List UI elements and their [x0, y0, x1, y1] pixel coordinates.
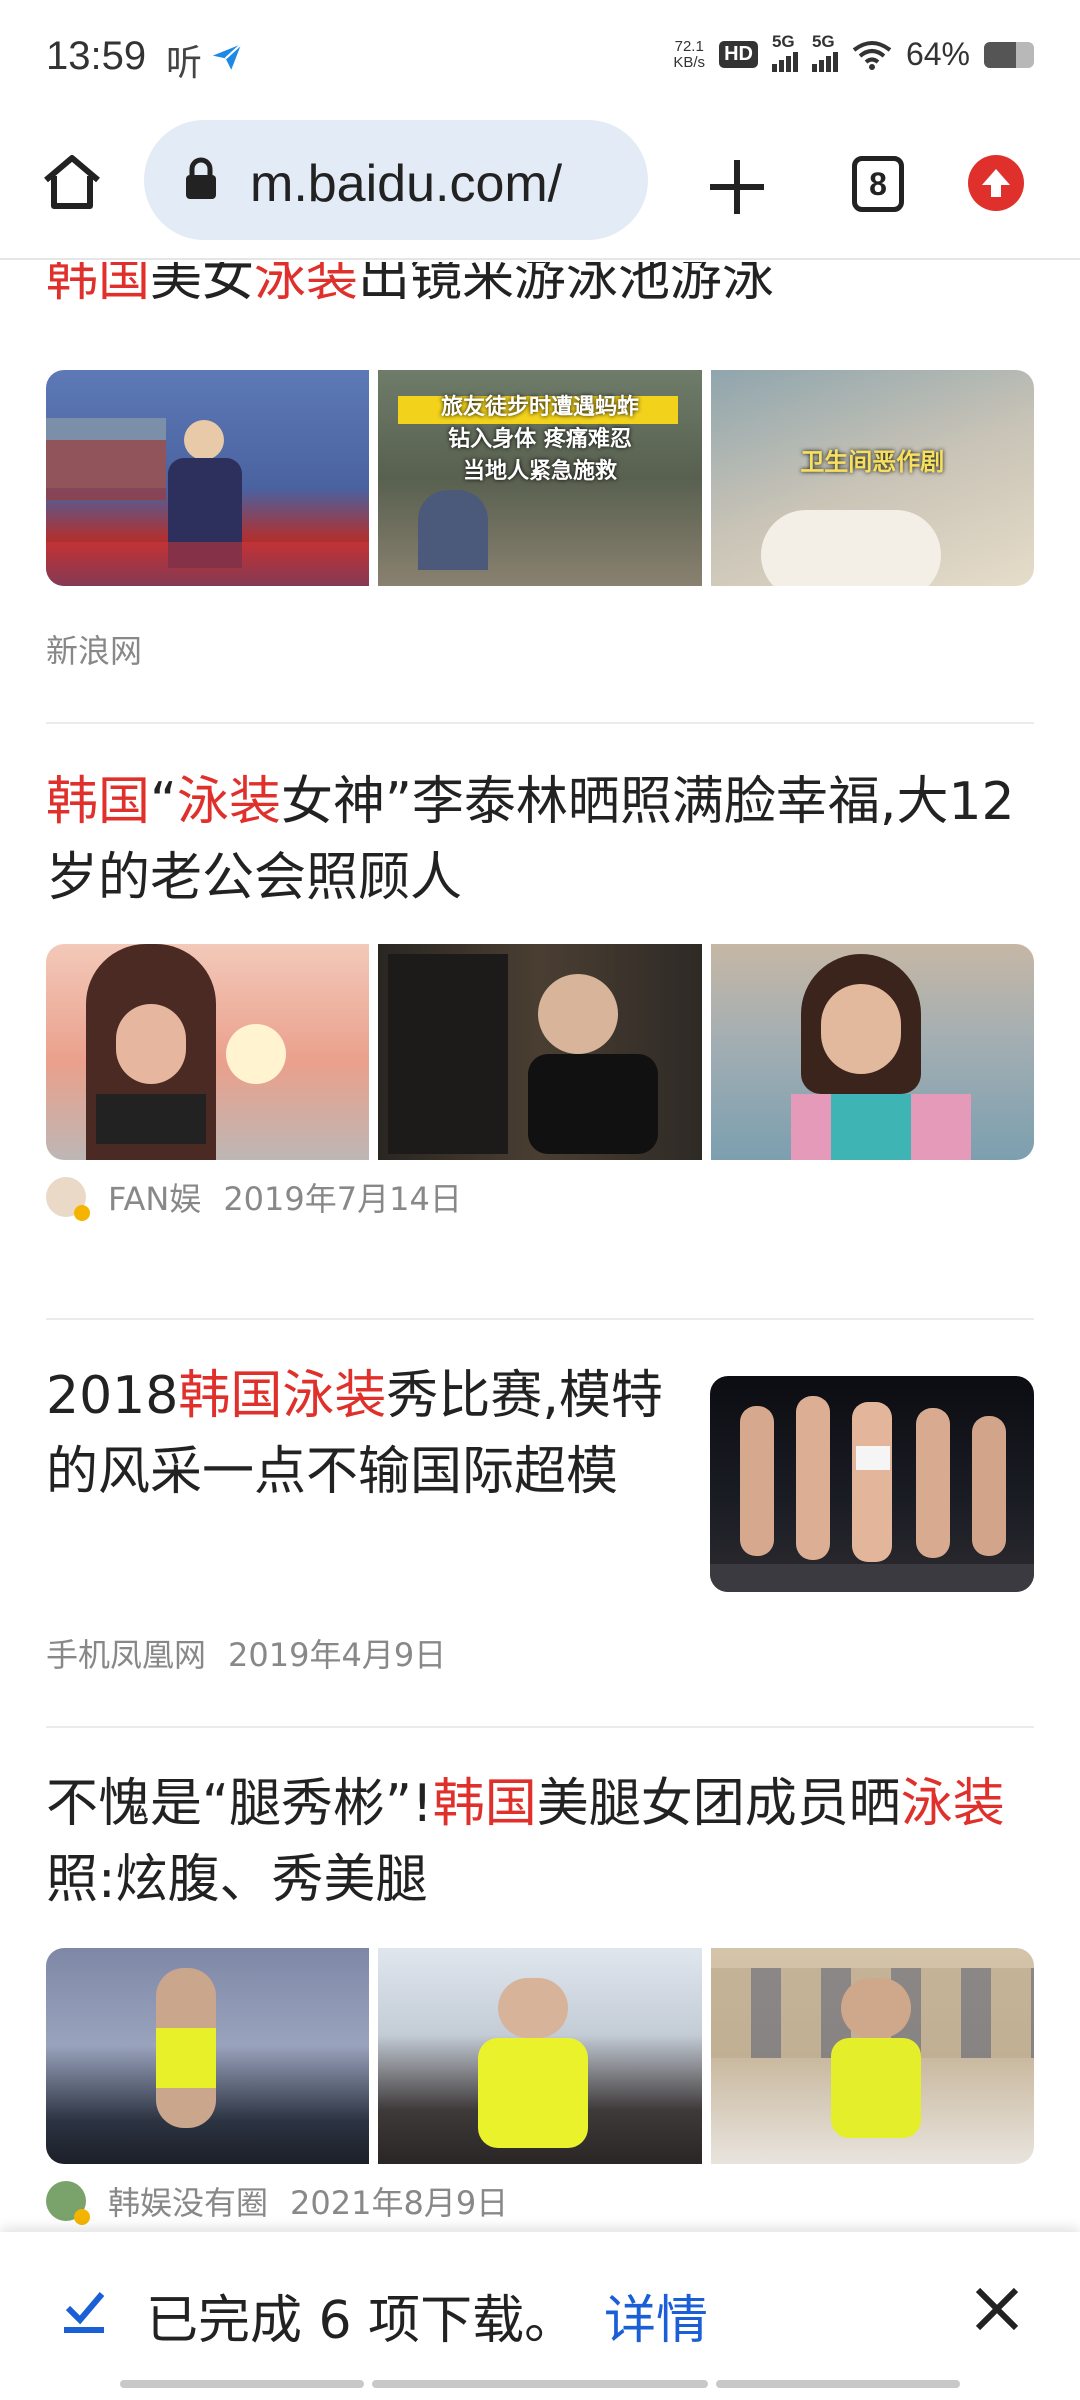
status-bar: 13:59 听 72.1 KB/s HD 5G 5G 64%	[0, 0, 1080, 110]
keyword-highlight: 泳装	[900, 1774, 1005, 1834]
publish-date: 2019年7月14日	[223, 1180, 462, 1218]
publish-date: 2019年4月9日	[228, 1636, 447, 1674]
sim1-label: 5G	[771, 31, 795, 51]
download-message: 已完成 6 项下载。	[146, 2291, 577, 2351]
wifi-icon	[852, 40, 892, 70]
net-speed-value: 72.1	[674, 37, 704, 55]
thumbnail-contest[interactable]	[710, 1376, 1034, 1592]
status-right: 72.1 KB/s HD 5G 5G 64%	[673, 32, 1034, 73]
thumbnail-caption: 旅友徒步时遭遇蚂蚱 钻入身体 疼痛难忍 当地人紧急施救	[440, 395, 639, 484]
result-title[interactable]: 韩国“泳装女神”李泰林晒照满脸幸福,大12岁的老公会照顾人	[46, 764, 1036, 916]
signal-icon-sim1: 5G	[771, 32, 798, 72]
download-details-link[interactable]: 详情	[604, 2278, 708, 2353]
author-avatar	[46, 1177, 90, 1221]
keyword-highlight: 泳装	[176, 772, 281, 832]
check-icon	[64, 2292, 105, 2333]
close-icon[interactable]	[972, 2284, 1022, 2334]
battery-icon	[984, 41, 1034, 68]
divider	[46, 1318, 1034, 1320]
keyword-highlight: 韩国泳装	[178, 1366, 387, 1426]
battery-percent: 64%	[905, 36, 970, 72]
result-title[interactable]: 不愧是“腿秀彬”!韩国美腿女团成员晒泳装照:炫腹、秀美腿	[46, 1766, 1036, 1918]
title-text: 2018	[46, 1366, 179, 1426]
new-tab-icon[interactable]	[704, 154, 770, 220]
result-meta: FAN娱 2019年7月14日	[46, 1174, 462, 1221]
lock-icon	[186, 157, 216, 199]
thumbnail-yellow-swimsuit-3[interactable]	[710, 1948, 1034, 2164]
thumbnail-poster[interactable]	[378, 944, 702, 1160]
thumbnail-prank[interactable]: 卫生间恶作剧	[710, 370, 1034, 586]
keyword-highlight: 泳装	[254, 262, 359, 308]
source-name: 手机凤凰网	[46, 1636, 207, 1674]
thumbnail-news-anchor[interactable]	[46, 370, 370, 586]
url-text: m.baidu.com/	[250, 155, 563, 213]
tab-switcher-button[interactable]: 8	[852, 156, 904, 212]
address-bar[interactable]: m.baidu.com/	[144, 120, 648, 240]
net-speed: 72.1 KB/s	[673, 37, 706, 71]
result-thumbnails[interactable]	[46, 944, 1034, 1160]
scroll-indicator	[372, 2380, 708, 2388]
result-title[interactable]: 2018韩国泳装秀比赛,模特的风采一点不输国际超模	[46, 1358, 706, 1510]
thumbnail-yellow-swimsuit-2[interactable]	[378, 1948, 702, 2164]
signal-icon-sim2: 5G	[811, 32, 838, 72]
result-thumbnails[interactable]	[46, 1948, 1034, 2164]
keyword-highlight: 韩国	[432, 1774, 537, 1834]
result-meta: 新浪网	[46, 626, 142, 672]
thumbnail-sunset-portrait[interactable]	[46, 944, 370, 1160]
browser-toolbar: m.baidu.com/ 8	[0, 110, 1080, 260]
keyword-highlight: 韩国	[46, 772, 151, 832]
home-icon[interactable]	[40, 150, 104, 214]
thumbnail-beach-portrait[interactable]	[710, 944, 1034, 1160]
results-list: 韩国美女泳装出镜来游泳池游泳 旅友徒步时遭遇蚂蚱 钻入身体 疼痛难忍 当地人紧急…	[0, 262, 1080, 2232]
thumbnail-caption: 卫生间恶作剧	[800, 448, 945, 476]
hd-icon: HD	[719, 41, 758, 68]
title-text: 照:炫腹、秀美腿	[46, 1850, 428, 1910]
divider	[46, 1726, 1034, 1728]
result-meta: 韩娱没有圈 2021年8月9日	[46, 2178, 509, 2225]
author-avatar	[46, 2181, 90, 2225]
status-time: 13:59	[46, 34, 147, 78]
result-meta: 手机凤凰网 2019年4月9日	[46, 1630, 446, 1676]
sim2-label: 5G	[811, 31, 835, 51]
title-text: 美女	[150, 262, 255, 308]
ting-icon: 听	[166, 43, 203, 84]
result-thumbnails[interactable]: 旅友徒步时遭遇蚂蚱 钻入身体 疼痛难忍 当地人紧急施救 卫生间恶作剧	[46, 370, 1034, 586]
title-text: 出镜来游泳池游泳	[358, 262, 775, 308]
paper-plane-icon	[212, 43, 242, 70]
net-speed-unit: KB/s	[673, 53, 706, 71]
scroll-indicator	[716, 2380, 960, 2388]
title-text: 不愧是“腿秀彬”!	[46, 1774, 433, 1834]
scroll-indicator	[120, 2380, 364, 2388]
source-name: 韩娱没有圈	[108, 2184, 269, 2222]
upgrade-icon[interactable]	[968, 155, 1024, 211]
thumbnail-yellow-swimsuit-1[interactable]	[46, 1948, 370, 2164]
download-complete-bar: 已完成 6 项下载。 详情	[0, 2232, 1080, 2400]
keyword-highlight: 韩国	[46, 262, 151, 308]
source-name: FAN娱	[108, 1180, 202, 1218]
publish-date: 2021年8月9日	[290, 2184, 509, 2222]
result-title[interactable]: 韩国美女泳装出镜来游泳池游泳	[46, 262, 1036, 316]
thumbnail-hiking[interactable]: 旅友徒步时遭遇蚂蚱 钻入身体 疼痛难忍 当地人紧急施救	[378, 370, 702, 586]
title-text: “	[150, 772, 177, 832]
divider	[46, 722, 1034, 724]
title-text: 美腿女团成员晒	[536, 1774, 901, 1834]
source-name: 新浪网	[46, 632, 143, 670]
